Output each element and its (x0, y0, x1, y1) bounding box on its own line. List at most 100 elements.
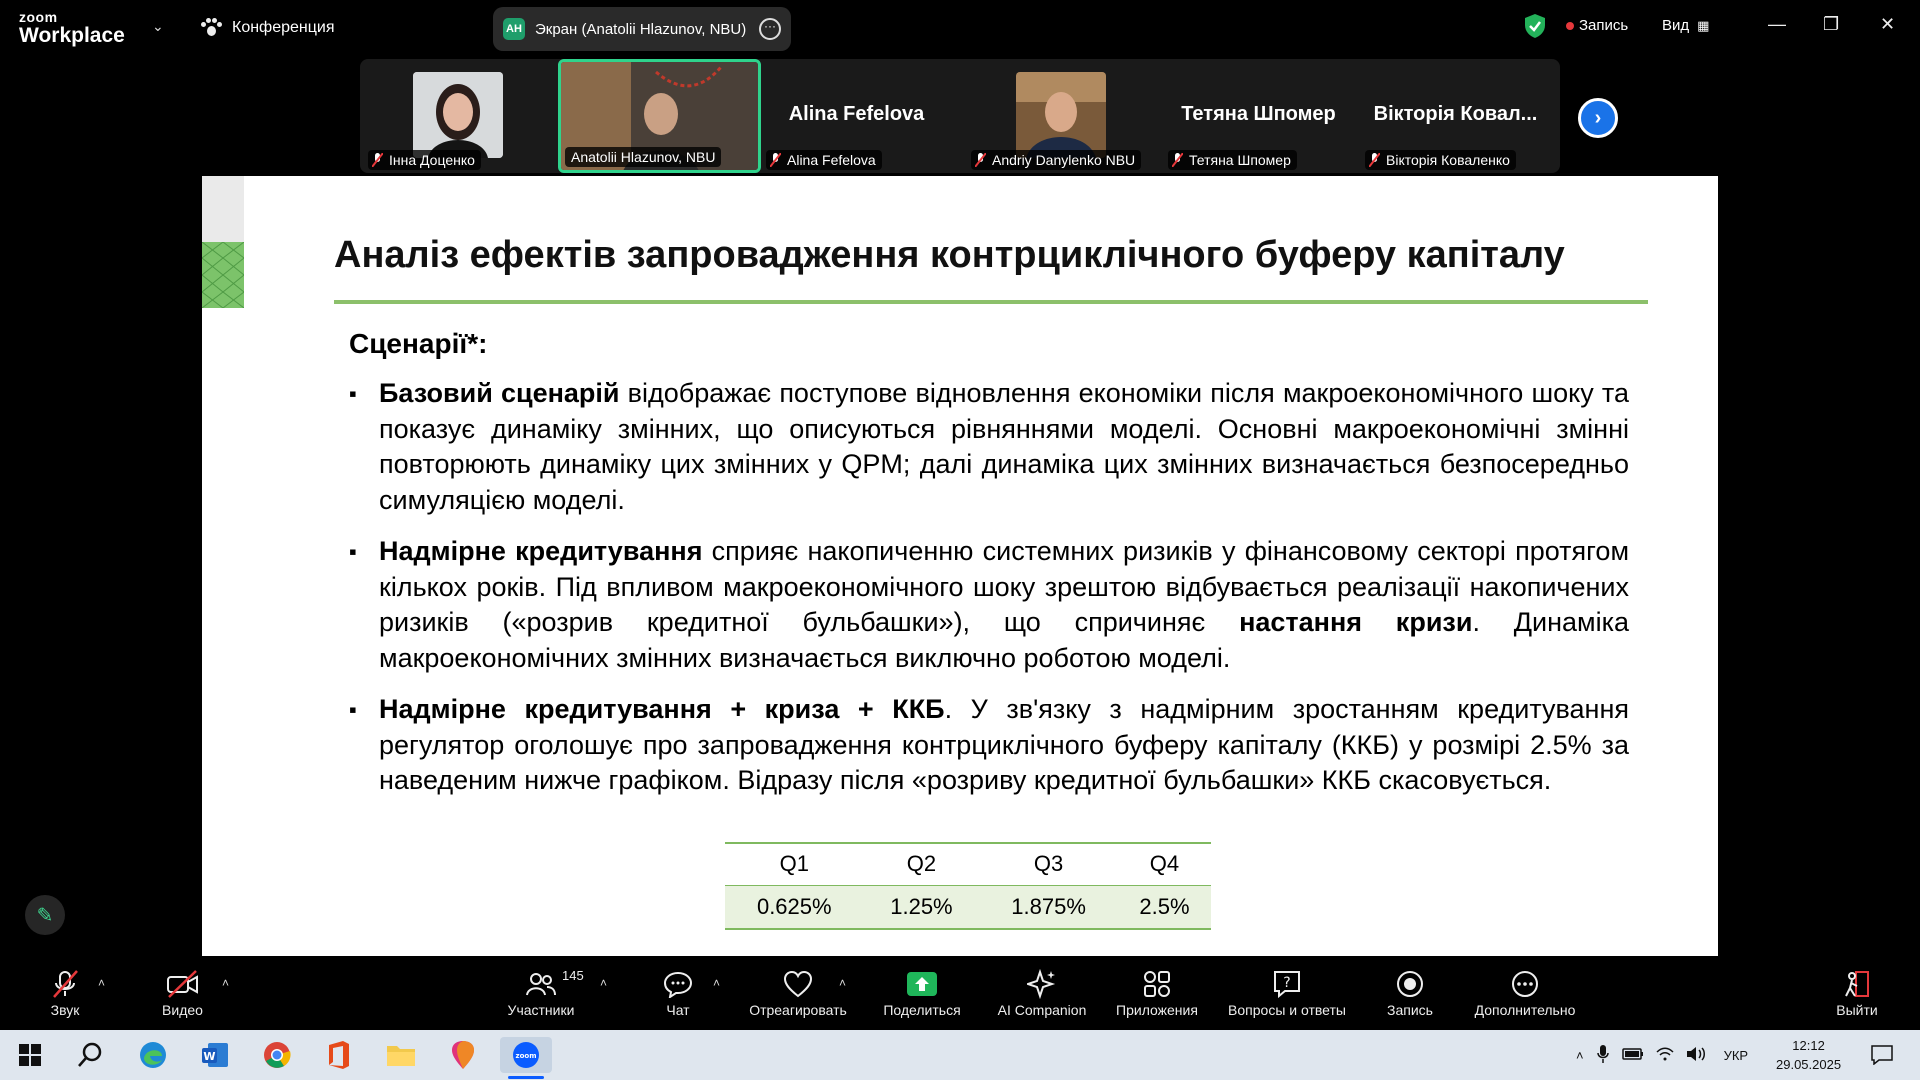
chevron-up-icon[interactable]: ˄ (222, 976, 229, 990)
ccb-schedule-table: Q1 Q2 Q3 Q4 0.625% 1.25% 1.875% 2.5% (725, 842, 1211, 930)
screen-share-label: Экран (Anatolii Hlazunov, NBU) (535, 20, 747, 38)
participant-label: Тетяна Шпомер (1168, 150, 1297, 170)
maps-icon[interactable] (443, 1037, 483, 1073)
active-speaker-tile[interactable]: Anatolii Hlazunov, NBU (558, 59, 761, 173)
recording-indicator[interactable]: Запись (1566, 17, 1628, 34)
office-icon[interactable] (319, 1037, 359, 1073)
mic-muted-icon (770, 153, 781, 167)
table-cell: 1.875% (979, 884, 1118, 930)
close-icon[interactable]: ✕ (1880, 14, 1895, 35)
system-tray: ˄ УКР (1576, 1030, 1748, 1080)
record-dot-icon (1566, 21, 1574, 30)
chevron-down-icon[interactable]: ⌄ (152, 18, 164, 35)
record-label: Запись (1579, 17, 1629, 34)
battery-icon[interactable] (1621, 1047, 1644, 1064)
clock-time: 12:12 (1792, 1038, 1825, 1053)
participants-button[interactable]: 145 Участники (500, 966, 584, 1018)
share-button[interactable]: Поделиться (878, 966, 966, 1018)
screen-share-indicator[interactable]: AH Экран (Anatolii Hlazunov, NBU) ··· (493, 7, 791, 51)
chevron-up-icon[interactable]: ˄ (1576, 1048, 1584, 1063)
view-label: Вид (1662, 17, 1690, 34)
qa-label: Вопросы и ответы (1228, 1002, 1346, 1018)
apps-button[interactable]: Приложения (1109, 966, 1205, 1018)
participant-big-name: Тетяна Шпомер (1181, 103, 1336, 125)
table-cell: 0.625% (725, 884, 864, 930)
list-item: Надмірне кредитування + криза + ККБ. У з… (349, 692, 1629, 799)
more-options-icon[interactable]: ··· (759, 18, 781, 40)
participant-label: Andriy Danylenko NBU (971, 150, 1142, 170)
chevron-up-icon[interactable]: ˄ (600, 976, 607, 990)
bullet-bold: Базовий сценарій (379, 378, 620, 408)
record-icon (1384, 966, 1436, 1002)
participant-label: Інна Доценко (368, 150, 481, 170)
annotate-pencil-button[interactable]: ✎ (25, 895, 65, 935)
view-button[interactable]: Вид ▦ (1662, 17, 1709, 34)
slide-decor-pattern (202, 242, 244, 308)
chevron-up-icon[interactable]: ˄ (713, 976, 720, 990)
pencil-icon: ✎ (36, 904, 54, 927)
record-button[interactable]: Запись (1384, 966, 1436, 1018)
chevron-up-icon[interactable]: ˄ (98, 976, 105, 990)
active-app-indicator (508, 1076, 544, 1079)
chevron-right-icon: › (1594, 106, 1602, 129)
bullet-bold: Надмірне кредитування (379, 536, 703, 566)
more-button[interactable]: Дополнительно (1468, 966, 1582, 1018)
qa-button[interactable]: ? Вопросы и ответы (1222, 966, 1352, 1018)
windows-taskbar: W zoom ˄ УКР 12:12 29.05.2025 (0, 1030, 1920, 1080)
wifi-icon[interactable] (1656, 1046, 1674, 1065)
zoom-logo[interactable]: zoom Workplace (19, 10, 125, 46)
mic-muted-icon (40, 966, 90, 1002)
leave-label: Выйти (1836, 1002, 1878, 1018)
leave-icon (1834, 966, 1880, 1002)
conference-label: Конференция (232, 19, 335, 36)
audio-button[interactable]: Звук (40, 966, 90, 1018)
mic-muted-icon (372, 153, 383, 167)
participant-tile[interactable]: Andriy Danylenko NBU (963, 59, 1160, 173)
chevron-up-icon[interactable]: ˄ (839, 976, 846, 990)
file-explorer-icon[interactable] (381, 1037, 421, 1073)
people-icon: 145 (500, 966, 584, 1002)
participant-name: Andriy Danylenko NBU (992, 152, 1136, 168)
zoom-taskbar-icon[interactable]: zoom (500, 1037, 552, 1073)
ai-companion-button[interactable]: AI Companion (992, 966, 1092, 1018)
participant-name: Тетяна Шпомер (1189, 152, 1291, 168)
search-icon[interactable] (70, 1037, 110, 1073)
language-indicator[interactable]: УКР (1724, 1048, 1749, 1063)
react-button[interactable]: Отреагировать (744, 966, 852, 1018)
shield-check-icon[interactable] (1524, 13, 1546, 39)
react-label: Отреагировать (749, 1002, 847, 1018)
windows-start-icon[interactable] (10, 1037, 50, 1073)
participants-label: Участники (507, 1002, 575, 1018)
volume-icon[interactable] (1686, 1046, 1706, 1065)
restore-icon[interactable]: ❐ (1823, 14, 1839, 35)
participant-tile[interactable]: Інна Доценко (360, 59, 557, 173)
leave-button[interactable]: Выйти (1834, 966, 1880, 1018)
next-page-button[interactable]: › (1578, 98, 1618, 138)
clock[interactable]: 12:12 29.05.2025 (1776, 1036, 1841, 1074)
conference-button[interactable]: Конференция (200, 18, 335, 38)
logo-small-text: zoom (19, 9, 58, 25)
heart-icon (744, 966, 852, 1002)
notifications-icon[interactable] (1862, 1037, 1902, 1073)
svg-text:zoom: zoom (516, 1052, 537, 1060)
participant-tile[interactable]: Вікторія Ковал... Вікторія Коваленко (1357, 59, 1554, 173)
mic-muted-icon (1369, 153, 1380, 167)
share-label: Поделиться (883, 1002, 961, 1018)
participant-video (413, 72, 503, 158)
video-button[interactable]: Видео (155, 966, 210, 1018)
participant-tile[interactable]: Тетяна Шпомер Тетяна Шпомер (1160, 59, 1357, 173)
presenter-avatar: AH (503, 18, 525, 40)
minimize-icon[interactable]: — (1768, 14, 1786, 35)
table-cell: 2.5% (1117, 884, 1211, 930)
table-row: 0.625% 1.25% 1.875% 2.5% (725, 884, 1211, 930)
title-bar: zoom Workplace ⌄ Конференция AH Экран (A… (0, 0, 1920, 56)
chrome-icon[interactable] (257, 1037, 297, 1073)
word-icon[interactable]: W (195, 1037, 235, 1073)
table-header-row: Q1 Q2 Q3 Q4 (725, 842, 1211, 885)
chat-button[interactable]: Чат (658, 966, 698, 1018)
table-header: Q4 (1117, 842, 1211, 885)
microphone-icon[interactable] (1596, 1044, 1610, 1067)
participant-tile[interactable]: Alina Fefelova Alina Fefelova (758, 59, 955, 173)
participant-strip: Інна Доценко Alina Fefelova Alina Fefelo… (360, 59, 1560, 173)
edge-icon[interactable] (133, 1037, 173, 1073)
